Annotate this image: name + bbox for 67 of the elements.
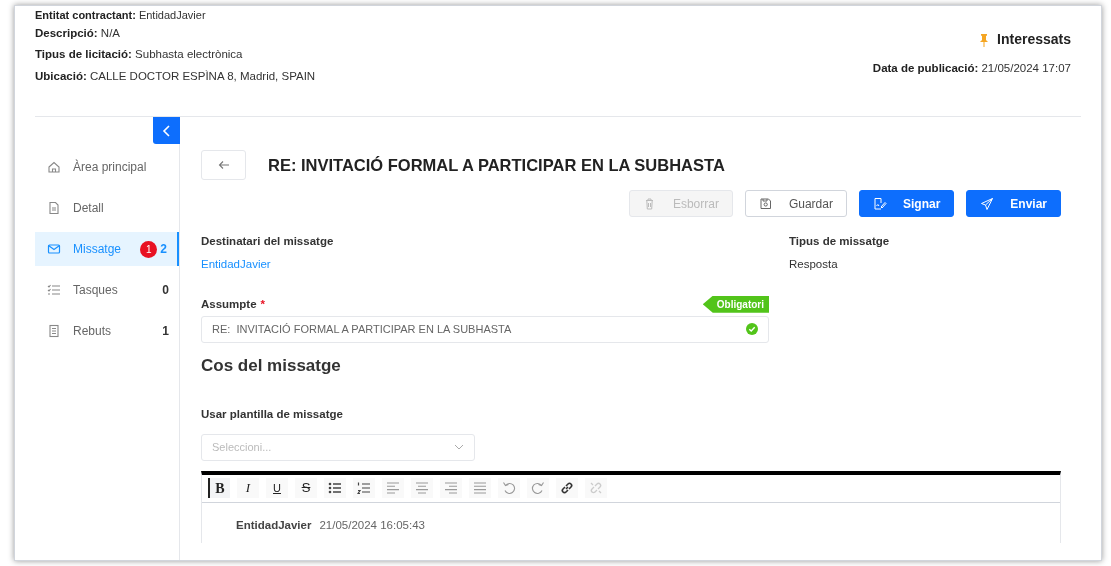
chevron-down-icon — [454, 444, 464, 450]
paper-plane-icon — [980, 196, 995, 211]
header-field: Descripció: N/A — [35, 25, 316, 43]
save-button[interactable]: Guardar — [744, 190, 847, 217]
chevron-left-icon — [161, 123, 172, 138]
send-button[interactable]: Enviar — [966, 190, 1061, 217]
redo-button[interactable] — [527, 478, 549, 498]
bullet-list-icon — [328, 481, 342, 495]
notification-badge: 1 — [140, 240, 158, 258]
header-field: Entitat contractant: EntidadJavier — [35, 9, 316, 21]
signature-icon — [872, 196, 887, 211]
pin-icon — [979, 32, 990, 47]
header-field: Ubicació: CALLE DOCTOR ESPÌNA 8, Madrid, SPAIN — [35, 67, 316, 85]
receipt-icon — [47, 324, 61, 338]
checklist-icon — [47, 283, 61, 297]
home-icon — [47, 160, 61, 174]
align-right-button[interactable] — [440, 478, 462, 498]
section-heading: Cos del missatge — [201, 354, 342, 377]
text-editor[interactable]: B I U S EntidadJavier 21/05/2024 16:05:43 — [201, 470, 1061, 543]
sidebar-item[interactable]: Rebuts 1 — [35, 314, 179, 348]
item-count: 1 — [162, 323, 169, 340]
message-title: RE: INVITACIÓ FORMAL A PARTICIPAR EN LA SUBHASTA — [268, 154, 725, 176]
underline-button[interactable]: U — [266, 478, 288, 498]
redo-icon — [531, 481, 545, 495]
align-left-button[interactable] — [382, 478, 404, 498]
field-label: Tipus de missatge — [789, 234, 890, 249]
sidebar-item[interactable]: Àrea principal — [35, 150, 179, 184]
align-center-button[interactable] — [411, 478, 433, 498]
field-label: Destinatari del missatge — [201, 234, 335, 249]
field-label: Usar plantilla de missatge — [201, 407, 344, 423]
sign-button[interactable]: Signar — [858, 190, 955, 217]
strike-button[interactable]: S — [295, 478, 317, 498]
number-list-button[interactable] — [353, 478, 375, 498]
interested-link[interactable]: Interessats — [979, 29, 1071, 50]
justify-icon — [473, 481, 487, 495]
sidebar-item[interactable]: Missatge 1 2 — [35, 232, 179, 266]
undo-icon — [502, 481, 516, 495]
sidebar-item[interactable]: Detall — [35, 191, 179, 225]
subject-field[interactable]: RE: INVITACIÓ FORMAL A PARTICIPAR EN LA SUBHASTA — [201, 315, 769, 343]
field-label: Assumpte — [201, 296, 257, 312]
envelope-icon — [47, 242, 61, 256]
undo-button[interactable] — [498, 478, 520, 498]
message-timestamp: 21/05/2024 16:05:43 — [319, 517, 425, 533]
message-author: EntidadJavier — [236, 517, 312, 533]
bullet-list-button[interactable] — [324, 478, 346, 498]
align-left-icon — [386, 481, 400, 495]
numbered-list-icon — [357, 481, 371, 495]
item-count: 0 — [162, 282, 169, 299]
back-button[interactable] — [201, 150, 246, 180]
align-right-icon — [444, 481, 458, 495]
arrow-left-icon — [217, 160, 230, 170]
italic-button[interactable]: I — [237, 478, 259, 498]
document-icon — [47, 201, 61, 215]
link-button[interactable] — [556, 478, 578, 498]
justify-button[interactable] — [469, 478, 491, 498]
item-count: 2 — [160, 241, 167, 258]
align-center-icon — [415, 481, 429, 495]
required-mark: * — [260, 296, 266, 312]
unlink-icon — [589, 481, 603, 495]
sidebar-item[interactable]: Tasques 0 — [35, 273, 179, 307]
bold-button[interactable]: B — [208, 478, 230, 498]
collapse-button[interactable] — [153, 117, 180, 144]
field-value: Resposta — [789, 257, 839, 273]
required-tag: Obligatori — [702, 295, 769, 313]
publication-date: Data de publicació: 21/05/2024 17:07 — [872, 61, 1071, 76]
header-field: Tipus de licitació: Subhasta electrònica — [35, 46, 316, 64]
link-icon — [560, 481, 574, 495]
